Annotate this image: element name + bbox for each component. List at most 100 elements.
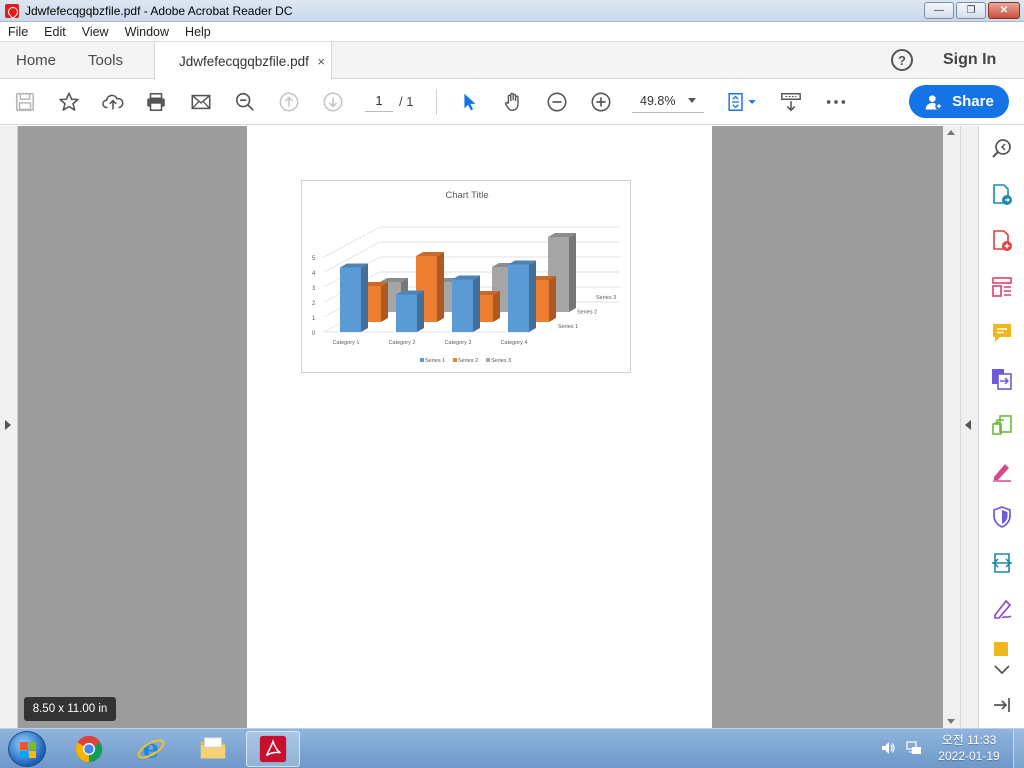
create-pdf-icon[interactable] <box>989 228 1015 254</box>
email-icon[interactable] <box>189 90 213 114</box>
left-panel-toggle[interactable] <box>0 126 18 728</box>
tab-close-icon[interactable]: × <box>317 54 325 69</box>
toolbar-divider <box>436 89 437 115</box>
expand-left-icon <box>5 420 11 430</box>
menu-help[interactable]: Help <box>177 25 219 39</box>
acrobat-app-icon <box>5 3 19 18</box>
bar-side <box>493 291 500 322</box>
sign-pen-icon[interactable] <box>989 596 1015 622</box>
tools-pane <box>978 126 1024 728</box>
zoom-out-icon[interactable] <box>545 90 569 114</box>
zoom-search-icon[interactable] <box>233 90 257 114</box>
print-icon[interactable] <box>144 90 168 114</box>
send-review-icon[interactable] <box>989 550 1015 576</box>
bar <box>452 275 480 332</box>
scroll-down-icon[interactable] <box>947 719 955 724</box>
menu-file[interactable]: File <box>0 25 36 39</box>
export-pdf-icon[interactable] <box>989 182 1015 208</box>
svg-text:e: e <box>143 734 160 764</box>
zoom-in-icon[interactable] <box>589 90 613 114</box>
show-desktop-button[interactable] <box>1013 729 1024 768</box>
bar-side <box>381 282 388 322</box>
scroll-up-icon[interactable] <box>947 130 955 135</box>
y-tick-label: 4 <box>312 271 316 277</box>
system-clock[interactable]: 오전 11:33 2022-01-19 <box>933 732 1005 764</box>
sign-in-link[interactable]: Sign In <box>943 51 996 69</box>
collapse-panel-icon[interactable] <box>989 692 1015 718</box>
start-button[interactable] <box>8 731 46 767</box>
prev-page-icon[interactable] <box>277 90 301 114</box>
fit-page-icon[interactable] <box>724 90 760 114</box>
comment-icon[interactable] <box>989 320 1015 346</box>
zoom-level-value: 49.8% <box>640 93 676 108</box>
bar-side <box>529 260 536 332</box>
bar <box>340 263 368 332</box>
legend-swatch <box>486 358 490 362</box>
x-tick-label: Category 2 <box>389 340 416 346</box>
chart-title: Chart Title <box>445 190 488 201</box>
collapse-right-icon <box>965 420 971 430</box>
save-icon[interactable] <box>13 90 37 114</box>
menu-window[interactable]: Window <box>117 25 177 39</box>
chevron-down-icon[interactable] <box>989 656 1015 682</box>
zoom-level-dropdown[interactable]: 49.8% <box>632 89 704 113</box>
tab-document-label: Jdwfefecqgqbzfile.pdf <box>179 53 309 69</box>
depth-tick-label: Series 3 <box>596 295 616 301</box>
window-title: Jdwfefecqgqbzfile.pdf - Adobe Acrobat Re… <box>25 3 293 18</box>
acrobat-reader-icon[interactable] <box>246 731 300 767</box>
window-controls: — ❐ ✕ <box>924 2 1020 19</box>
tab-home[interactable]: Home <box>16 42 56 79</box>
more-icon[interactable] <box>824 90 848 114</box>
organize-pages-icon[interactable] <box>989 274 1015 300</box>
chrome-icon[interactable] <box>62 731 116 767</box>
search-zoom-icon[interactable] <box>989 136 1015 162</box>
x-tick-label: Category 1 <box>333 340 360 346</box>
tab-tools[interactable]: Tools <box>88 42 123 79</box>
tab-document[interactable]: Jdwfefecqgqbzfile.pdf × <box>154 42 332 80</box>
protect-icon[interactable] <box>989 504 1015 530</box>
bar-front <box>396 294 417 332</box>
hand-icon[interactable] <box>501 90 525 114</box>
windows-logo-icon <box>20 742 36 758</box>
maximize-button[interactable]: ❐ <box>956 2 986 19</box>
page-number-input[interactable] <box>365 90 393 112</box>
file-explorer-icon[interactable] <box>186 731 240 767</box>
depth-tick-label: Series 1 <box>558 324 578 330</box>
bar-front <box>340 267 361 332</box>
legend-label: Series 3 <box>491 358 511 364</box>
minimize-button[interactable]: — <box>924 2 954 19</box>
title-bar: Jdwfefecqgqbzfile.pdf - Adobe Acrobat Re… <box>0 0 1024 22</box>
bar-side <box>417 290 424 332</box>
internet-explorer-icon[interactable]: e <box>124 731 178 767</box>
fill-sign-icon[interactable] <box>989 458 1015 484</box>
scroll-mode-icon[interactable] <box>779 90 803 114</box>
bar <box>508 260 536 332</box>
y-tick-label: 3 <box>312 286 316 292</box>
add-user-icon <box>925 94 943 110</box>
bar-side <box>437 252 444 322</box>
vertical-scrollbar[interactable] <box>943 126 960 728</box>
share-button-label: Share <box>952 93 994 110</box>
network-icon[interactable] <box>906 740 922 756</box>
y-tick-label: 1 <box>312 316 316 322</box>
help-icon[interactable]: ? <box>891 49 913 71</box>
upload-icon[interactable] <box>101 90 125 114</box>
menu-edit[interactable]: Edit <box>36 25 74 39</box>
menu-view[interactable]: View <box>74 25 117 39</box>
close-button[interactable]: ✕ <box>988 2 1020 19</box>
select-cursor-icon[interactable] <box>457 90 481 114</box>
right-panel-toggle[interactable] <box>960 126 978 728</box>
chart-canvas: Chart Title 0 1 2 3 4 5 Category 1 Category 2 Ca… <box>312 190 620 364</box>
bookmark-star-icon[interactable] <box>57 90 81 114</box>
legend-label: Series 1 <box>425 358 445 364</box>
combine-files-icon[interactable] <box>989 366 1015 392</box>
more-tools-icon[interactable] <box>989 642 1015 656</box>
next-page-icon[interactable] <box>321 90 345 114</box>
share-button[interactable]: Share <box>909 85 1009 118</box>
bar <box>396 290 424 332</box>
depth-tick-label: Series 2 <box>577 310 597 316</box>
compress-icon[interactable] <box>989 412 1015 438</box>
bar-front <box>452 279 473 332</box>
volume-icon[interactable] <box>880 740 896 756</box>
bar-front <box>508 264 529 332</box>
